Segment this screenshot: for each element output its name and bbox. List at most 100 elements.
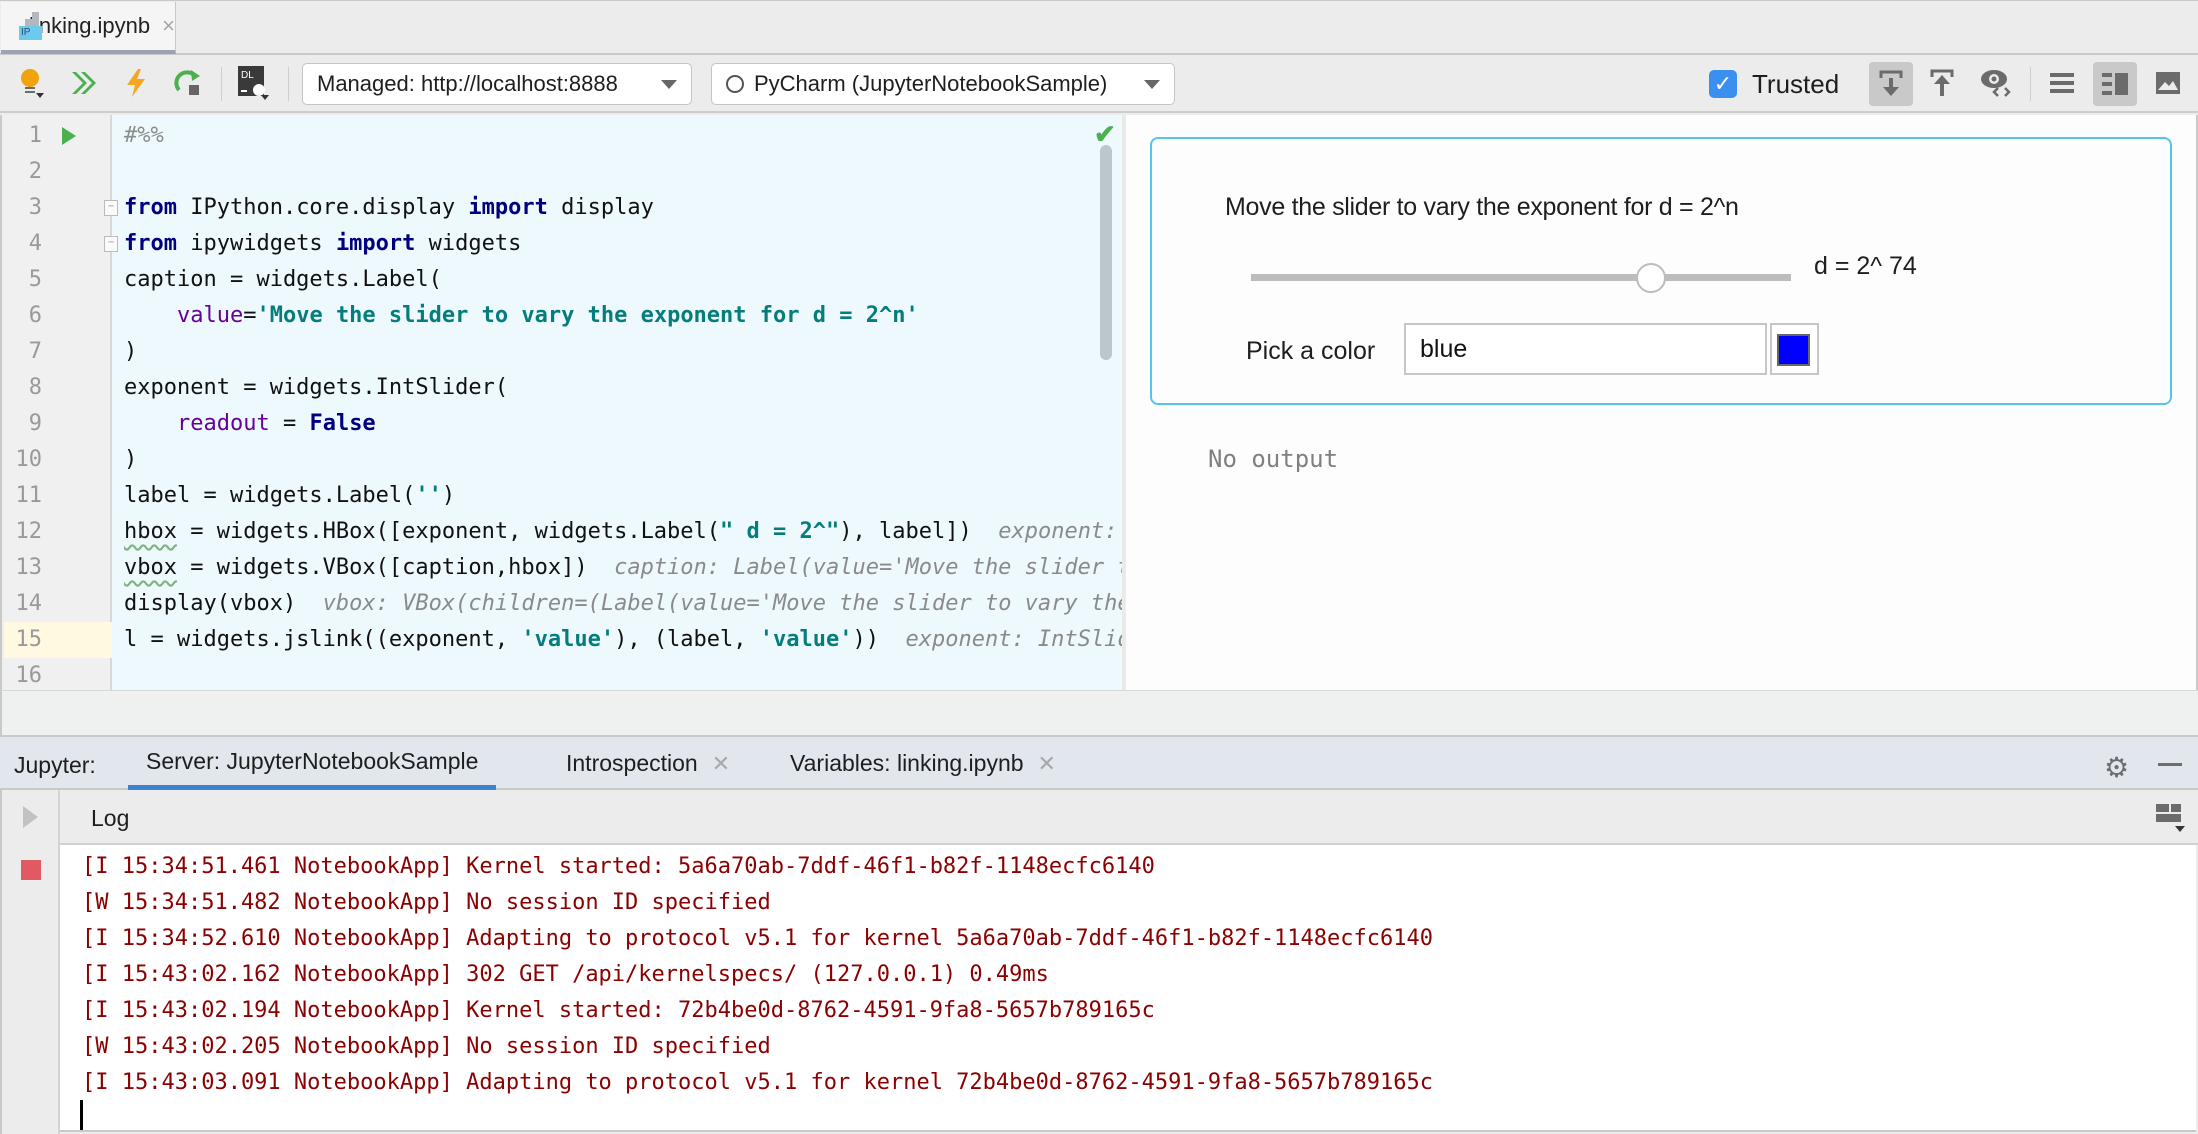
code-line[interactable]: 13 vbox = widgets.VBox([caption,hbox]) ca… (2, 550, 1126, 586)
run-cell-icon[interactable] (62, 127, 76, 145)
move-cell-up-icon[interactable] (1924, 65, 1960, 101)
data-loader-icon[interactable]: DL (236, 65, 272, 101)
widget-caption-label: Move the slider to vary the exponent for… (1225, 193, 1739, 221)
chevron-down-icon (661, 79, 677, 89)
exponent-slider-track[interactable] (1251, 274, 1791, 281)
code-text: vbox = widgets.VBox([caption,hbox]) capt… (124, 555, 1125, 580)
code-line[interactable]: 7) (2, 334, 1125, 370)
widget-vbox: Move the slider to vary the exponent for… (1150, 137, 2172, 405)
code-text: display(vbox) vbox: VBox(children=(Label… (124, 591, 1125, 616)
code-line[interactable]: 6 value='Move the slider to vary the exp… (2, 298, 1125, 334)
tab-label: Introspection (566, 750, 698, 776)
log-tab-bar: Log (60, 790, 2198, 845)
code-text: label = widgets.Label('') (124, 483, 456, 508)
editor-divider[interactable] (1122, 115, 1125, 690)
line-number: 13 (15, 555, 43, 580)
line-number: 9 (28, 411, 42, 436)
file-tab-label: linking.ipynb (29, 13, 151, 38)
fold-marker-icon[interactable]: − (104, 200, 118, 216)
code-text: readout = False (176, 411, 376, 436)
code-line[interactable]: 8 exponent = widgets.IntSlider( (2, 370, 1125, 406)
no-output-text: No output (1208, 445, 1339, 473)
line-number: 6 (28, 303, 42, 328)
layout-options-icon[interactable] (2155, 802, 2187, 834)
code-text: ) (124, 447, 138, 472)
kernel-dropdown-value: PyCharm (JupyterNotebookSample) (754, 71, 1108, 96)
splitter[interactable] (0, 690, 2198, 735)
tab-introspection[interactable]: Introspection ✕ (566, 737, 730, 790)
close-icon[interactable]: × (162, 13, 175, 39)
stop-icon[interactable] (21, 860, 41, 880)
kernel-dropdown[interactable]: PyCharm (JupyterNotebookSample) (711, 63, 1175, 105)
code-text: value='Move the slider to vary the expon… (176, 303, 919, 328)
move-cell-down-icon[interactable] (1869, 62, 1913, 106)
code-line[interactable]: 16 (2, 658, 1125, 690)
tab-log[interactable]: Log (91, 805, 129, 832)
editor-scrollbar[interactable] (1100, 145, 1112, 360)
code-line[interactable]: 5 caption = widgets.Label( (2, 262, 1125, 298)
tab-variables[interactable]: Variables: linking.ipynb ✕ (790, 737, 1056, 790)
server-dropdown[interactable]: Managed: http://localhost:8888 (302, 63, 692, 105)
editor-tab-bar: IP linking.ipynb × (0, 0, 2198, 55)
exponent-slider-thumb[interactable] (1635, 263, 1666, 293)
code-text: #%% (124, 123, 164, 148)
split-view-icon[interactable] (2093, 62, 2137, 106)
code-line[interactable]: 12 hbox = widgets.HBox([exponent, widgets… (2, 514, 1125, 550)
minimize-icon[interactable] (2158, 763, 2182, 766)
code-line[interactable]: 2 (2, 154, 1125, 190)
log-line: [I 15:43:02.194 NotebookApp] Kernel star… (82, 998, 1155, 1023)
line-number: 5 (28, 267, 42, 292)
fold-marker-icon[interactable]: − (104, 236, 118, 252)
log-console[interactable]: [I 15:34:51.461 NotebookApp] Kernel star… (60, 845, 2196, 1132)
gear-icon[interactable]: ⚙ (2104, 751, 2129, 784)
file-tab-linking-ipynb[interactable]: IP linking.ipynb × (1, 2, 176, 54)
code-line[interactable]: 10) (2, 442, 1125, 478)
code-line[interactable]: 4 from ipywidgets import widgets − (2, 226, 1125, 262)
output-pane: Move the slider to vary the exponent for… (1126, 115, 2198, 690)
close-icon[interactable]: ✕ (712, 751, 730, 777)
color-picker-button[interactable] (1770, 323, 1819, 375)
line-number: 8 (28, 375, 42, 400)
run-all-icon[interactable] (66, 65, 102, 101)
line-number: 11 (15, 483, 43, 508)
code-text: hbox = widgets.HBox([exponent, widgets.L… (124, 519, 1118, 544)
code-line[interactable]: 1 #%% (2, 118, 1125, 154)
code-text: caption = widgets.Label( (124, 267, 442, 292)
code-line[interactable]: 15 l = widgets.jslink((exponent, 'value')… (2, 622, 1126, 658)
log-line: [I 15:43:03.091 NotebookApp] Adapting to… (82, 1070, 1434, 1095)
code-line[interactable]: 14 display(vbox) vbox: VBox(children=(Lab… (2, 586, 1126, 622)
tab-label: Variables: linking.ipynb (790, 750, 1024, 776)
close-icon[interactable]: ✕ (1038, 751, 1056, 777)
line-number: 3 (28, 195, 42, 220)
server-dropdown-value: Managed: http://localhost:8888 (317, 71, 618, 96)
lightbulb-icon[interactable] (14, 65, 50, 101)
run-icon[interactable] (23, 806, 38, 828)
code-line[interactable]: 9 readout = False (2, 406, 1125, 442)
restart-kernel-icon[interactable] (170, 65, 206, 101)
code-editor[interactable]: 1 #%% 2 3 from IPython.core.display import d… (0, 115, 1125, 690)
preview-code-icon[interactable] (1978, 65, 2014, 101)
trusted-label: Trusted (1752, 68, 1840, 99)
d-value-label: d = 2^ 74 (1814, 252, 1917, 280)
line-number: 2 (28, 159, 42, 184)
log-line: [W 15:34:51.482 NotebookApp] No session … (82, 890, 771, 915)
jupyter-tool-window-header: Jupyter: Server: JupyterNotebookSample I… (0, 735, 2198, 790)
color-text-input[interactable]: blue (1404, 323, 1767, 375)
code-line[interactable]: 11 label = widgets.Label('') (2, 478, 1125, 514)
line-number: 7 (28, 339, 42, 364)
line-number: 16 (15, 663, 43, 688)
line-number: 15 (15, 627, 43, 652)
editor-only-icon[interactable] (2044, 65, 2080, 101)
code-line[interactable]: 3 from IPython.core.display import displa… (2, 190, 1125, 226)
line-number: 12 (15, 519, 43, 544)
tab-label: Server: JupyterNotebookSample (146, 747, 479, 774)
code-text: ) (124, 339, 138, 364)
chevron-down-icon (1144, 79, 1160, 89)
tab-server[interactable]: Server: JupyterNotebookSample (128, 737, 497, 790)
line-number: 14 (15, 591, 43, 616)
trusted-checkbox[interactable]: ✓ (1709, 70, 1737, 98)
preview-only-icon[interactable] (2150, 65, 2186, 101)
text-cursor (80, 1100, 83, 1130)
trusted-toggle[interactable]: ✓ Trusted (1709, 67, 1839, 101)
interrupt-kernel-icon[interactable] (118, 65, 154, 101)
